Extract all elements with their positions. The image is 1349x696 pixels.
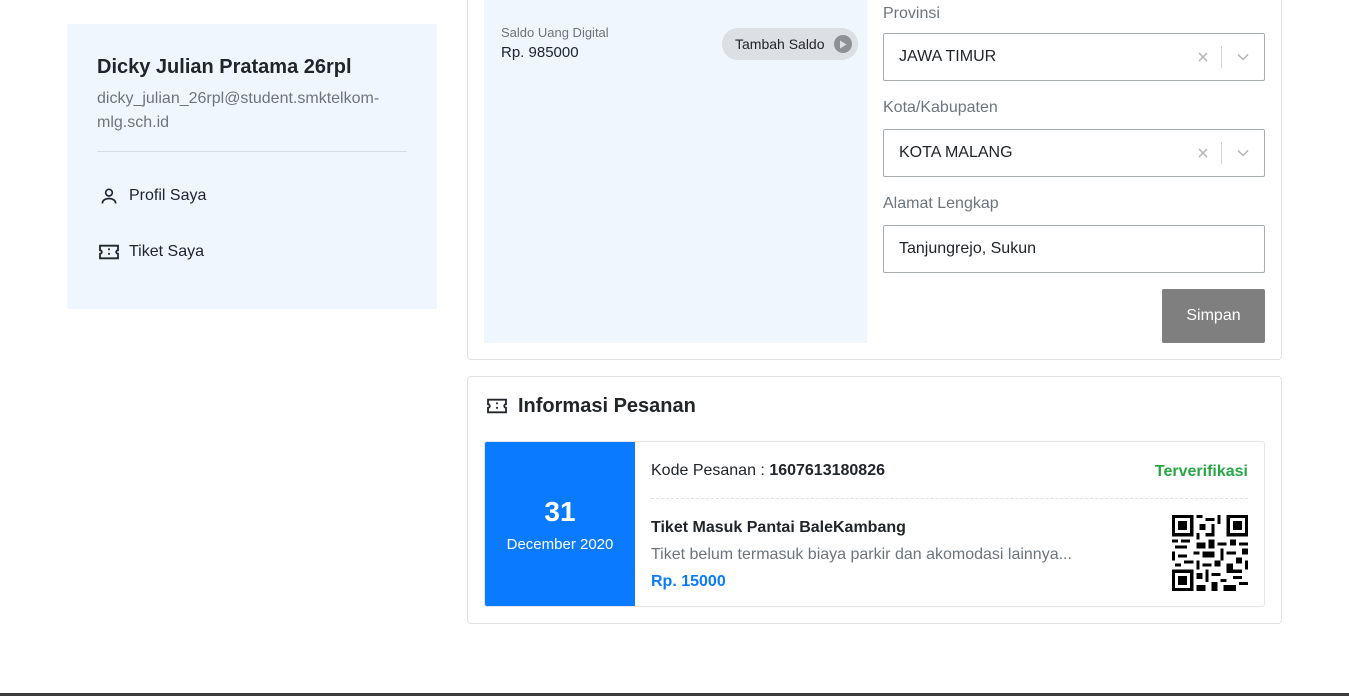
clear-icon[interactable] [1185,148,1221,158]
clear-icon[interactable] [1185,52,1221,62]
user-name: Dicky Julian Pratama 26rpl [97,56,352,78]
play-icon [833,35,852,53]
order-info-card: Informasi Pesanan 31 December 2020 Kode … [467,376,1282,624]
order-details: Kode Pesanan : 1607613180826 Terverifika… [651,442,1248,606]
ticket-name: Tiket Masuk Pantai BaleKambang [651,519,906,536]
order-item[interactable]: 31 December 2020 Kode Pesanan : 16076131… [484,441,1265,607]
ticket-icon [485,394,509,418]
profile-sidebar: Dicky Julian Pratama 26rpl dicky_julian_… [67,24,437,309]
wallet-balance: Rp. 985000 [501,44,579,61]
province-select[interactable]: JAWA TIMUR [883,33,1265,81]
sidebar-item-tiket-saya[interactable]: Tiket Saya [97,240,407,264]
order-month-year: December 2020 [506,535,614,553]
dashed-divider [651,498,1248,499]
order-heading-text: Informasi Pesanan [518,394,696,417]
order-date: 31 December 2020 [485,442,635,606]
order-code-label: Kode Pesanan : [651,462,770,479]
status-badge: Terverifikasi [1154,463,1248,480]
ticket-icon [97,240,121,264]
user-icon [97,184,121,208]
order-heading: Informasi Pesanan [485,394,696,418]
user-email: dicky_julian_26rpl@student.smktelkom-mlg… [97,90,380,131]
ticket-price: Rp. 15000 [651,573,726,590]
address-value: Tanjungrejo, Sukun [899,240,1036,257]
sidebar-item-profil-saya[interactable]: Profil Saya [97,184,407,208]
topup-label: Tambah Saldo [735,36,825,52]
qr-code-icon[interactable] [1172,515,1248,591]
address-input[interactable]: Tanjungrejo, Sukun [883,225,1265,273]
chevron-down-icon[interactable] [1222,53,1264,61]
order-code-value: 1607613180826 [769,462,885,479]
address-label: Alamat Lengkap [883,195,999,212]
city-select[interactable]: KOTA MALANG [883,129,1265,177]
address-form: Provinsi JAWA TIMUR Kota/Kabupaten KOTA … [883,0,1265,273]
sidebar-divider [97,151,407,152]
city-label: Kota/Kabupaten [883,99,998,116]
topup-button[interactable]: Tambah Saldo [722,28,858,60]
ticket-description: Tiket belum termasuk biaya parkir dan ak… [651,546,1072,563]
province-value: JAWA TIMUR [899,48,997,65]
city-value: KOTA MALANG [899,144,1013,161]
wallet-label: Saldo Uang Digital [501,25,609,40]
chevron-down-icon[interactable] [1222,149,1264,157]
save-button[interactable]: Simpan [1162,289,1265,343]
sidebar-item-label: Profil Saya [129,187,207,204]
wallet-panel: Saldo Uang Digital Rp. 985000 Tambah Sal… [484,0,867,343]
order-day: 31 [544,495,576,527]
province-label: Provinsi [883,5,940,22]
sidebar-item-label: Tiket Saya [129,243,204,260]
